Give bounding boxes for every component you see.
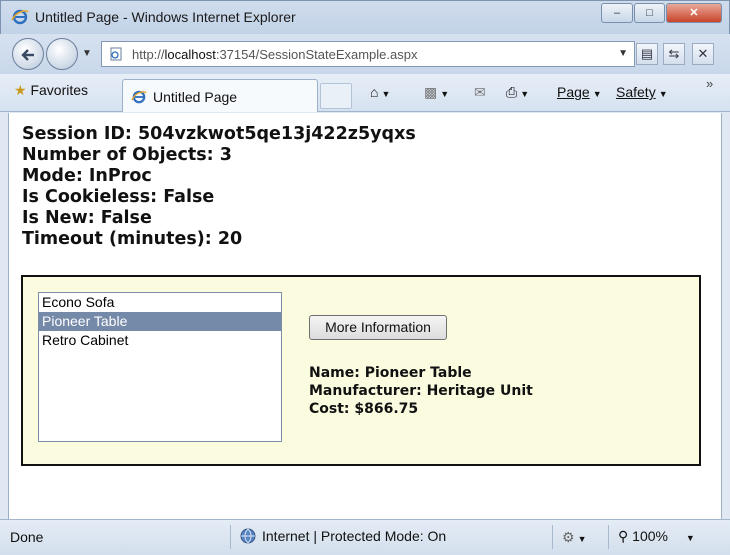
home-icon: ⌂	[370, 84, 379, 100]
stop-button[interactable]: ✕	[692, 43, 714, 65]
timeout-label: Timeout (minutes): 20	[22, 229, 243, 249]
tab-title: Untitled Page	[153, 89, 238, 105]
home-button[interactable]: ⌂ ▼	[370, 84, 390, 100]
product-manufacturer-label: Manufacturer: Heritage Unit	[309, 383, 533, 399]
product-name-label: Name: Pioneer Table	[309, 365, 472, 381]
zoom-dropdown-icon[interactable]: ▼	[686, 533, 695, 543]
forward-button[interactable]	[46, 38, 78, 70]
page-content: Session ID: 504vzkwot5qe13j422z5yqxs Num…	[8, 113, 722, 519]
mode-label: Mode: InProc	[22, 166, 152, 186]
feeds-button[interactable]: ▩ ▼	[424, 84, 449, 101]
list-item-selected[interactable]: Pioneer Table	[39, 312, 281, 331]
tab-untitled-page[interactable]: Untitled Page	[122, 79, 318, 112]
magnifier-icon: ⚲	[618, 528, 629, 544]
status-divider	[552, 525, 553, 549]
mail-icon: ✉	[474, 84, 486, 100]
back-arrow-icon	[21, 49, 34, 61]
list-item[interactable]: Econo Sofa	[39, 293, 281, 312]
session-info: Session ID: 504vzkwot5qe13j422z5yqxs Num…	[22, 124, 416, 250]
minimize-icon: –	[613, 7, 621, 19]
status-bar: Done Internet | Protected Mode: On ⚙ ▼ ⚲ …	[0, 519, 730, 555]
is-new-label: Is New: False	[22, 208, 152, 228]
safety-menu-button[interactable]: Safety ▼	[616, 84, 668, 100]
refresh-icon: ⇆	[668, 46, 680, 61]
page-menu-label: Page	[557, 84, 590, 100]
status-text: Done	[10, 529, 44, 545]
rss-feed-icon: ▩	[424, 84, 438, 100]
is-cookieless-label: Is Cookieless: False	[22, 187, 215, 207]
back-button[interactable]	[12, 38, 44, 70]
url-text[interactable]: http://localhost:37154/SessionStateExamp…	[132, 47, 417, 62]
page-icon	[110, 47, 122, 61]
safety-menu-label: Safety	[616, 84, 656, 100]
compatibility-view-button[interactable]: ▤	[636, 43, 658, 65]
maximize-button[interactable]: □	[634, 3, 665, 23]
status-divider	[608, 525, 609, 549]
session-id-label: Session ID: 504vzkwot5qe13j422z5yqxs	[22, 124, 416, 144]
refresh-button[interactable]: ⇆	[663, 43, 685, 65]
close-icon: ✕	[689, 7, 699, 19]
window-title: Untitled Page - Windows Internet Explore…	[35, 9, 296, 25]
protected-mode-button[interactable]: ⚙ ▼	[562, 529, 586, 546]
zoom-control[interactable]: ⚲ 100% ▼	[618, 528, 695, 545]
title-bar: Untitled Page - Windows Internet Explore…	[0, 0, 730, 34]
forward-arrow-icon	[53, 45, 73, 65]
more-tools-chevron-icon[interactable]: »	[706, 76, 713, 91]
product-cost-label: Cost: $866.75	[309, 401, 419, 417]
minimize-button[interactable]: –	[601, 3, 633, 23]
list-item[interactable]: Retro Cabinet	[39, 331, 281, 350]
tab-bar: ★ Favorites Untitled Page ⌂ ▼ ▩ ▼ ✉ ⎙ ▼ Pag…	[0, 74, 730, 112]
ie-logo-icon	[131, 90, 147, 104]
number-of-objects-label: Number of Objects: 3	[22, 145, 232, 165]
ie-logo-icon	[11, 9, 29, 25]
favorites-label: Favorites	[30, 82, 89, 98]
zone-label: Internet | Protected Mode: On	[262, 528, 447, 544]
maximize-icon: □	[646, 7, 653, 19]
favorites-button[interactable]: ★ Favorites	[14, 82, 88, 99]
close-window-button[interactable]: ✕	[666, 3, 722, 23]
address-bar[interactable]: http://localhost:37154/SessionStateExamp…	[101, 41, 635, 67]
product-panel: Econo Sofa Pioneer Table Retro Cabinet M…	[21, 275, 701, 466]
product-listbox[interactable]: Econo Sofa Pioneer Table Retro Cabinet	[38, 292, 282, 442]
zoom-level: 100%	[632, 528, 668, 544]
print-button[interactable]: ⎙ ▼	[506, 84, 529, 101]
compatibility-icon: ▤	[640, 46, 654, 61]
address-dropdown-icon[interactable]: ▼	[618, 48, 628, 59]
security-settings-icon: ⚙	[562, 529, 575, 545]
more-information-button[interactable]: More Information	[309, 315, 447, 340]
stop-icon: ✕	[697, 46, 709, 61]
star-icon: ★	[14, 82, 27, 98]
globe-icon	[240, 528, 256, 544]
security-zone[interactable]: Internet | Protected Mode: On	[240, 528, 446, 544]
navigation-bar: ▼ http://localhost:37154/SessionStateExa…	[0, 34, 730, 74]
history-dropdown-icon[interactable]: ▼	[82, 48, 92, 59]
read-mail-button[interactable]: ✉	[474, 84, 486, 101]
new-tab-button[interactable]	[320, 83, 352, 109]
product-details: Name: Pioneer Table Manufacturer: Herita…	[309, 364, 533, 418]
status-divider	[230, 525, 231, 549]
page-menu-button[interactable]: Page ▼	[557, 84, 602, 100]
printer-icon: ⎙	[506, 84, 518, 100]
